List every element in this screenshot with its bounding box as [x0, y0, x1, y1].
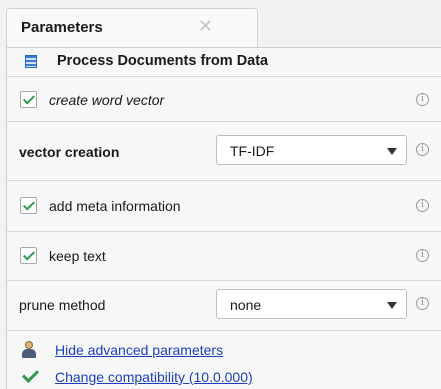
chevron-down-icon — [387, 148, 397, 155]
prune-method-label: prune method — [19, 297, 106, 313]
checkmark-icon — [21, 367, 39, 385]
add-meta-information-checkbox[interactable] — [20, 197, 37, 214]
change-compatibility-link[interactable]: Change compatibility (10.0.000) — [55, 369, 253, 385]
close-icon[interactable]: ✕ — [198, 16, 213, 37]
param-add-meta-information: add meta information i — [7, 181, 441, 231]
hide-advanced-parameters-link[interactable]: Hide advanced parameters — [55, 342, 223, 358]
chevron-down-icon — [387, 302, 397, 309]
operator-header: Process Documents from Data — [7, 48, 441, 76]
prune-method-value: none — [230, 297, 262, 313]
tab-label: Parameters — [21, 19, 103, 36]
param-create-word-vector: create word vector i — [7, 77, 441, 121]
param-vector-creation: vector creation TF-IDF i — [7, 122, 441, 180]
param-prune-method: prune method none i — [7, 281, 441, 329]
create-word-vector-checkbox[interactable] — [20, 91, 37, 108]
add-meta-information-label: add meta information — [49, 198, 181, 214]
param-keep-text: keep text i — [7, 232, 441, 280]
hide-advanced-row: Hide advanced parameters — [7, 339, 441, 363]
document-icon — [25, 55, 37, 68]
keep-text-label: keep text — [49, 248, 106, 264]
vector-creation-value: TF-IDF — [230, 143, 275, 159]
info-icon[interactable]: i — [416, 297, 429, 310]
vector-creation-label: vector creation — [19, 144, 120, 160]
keep-text-checkbox[interactable] — [20, 247, 37, 264]
vector-creation-select[interactable]: TF-IDF — [216, 135, 407, 165]
user-icon — [21, 341, 37, 359]
parameters-panel: Process Documents from Data create word … — [6, 47, 441, 389]
change-compatibility-row: Change compatibility (10.0.000) — [7, 365, 441, 389]
info-icon[interactable]: i — [416, 199, 429, 212]
parameters-tab[interactable]: Parameters ✕ — [6, 8, 258, 48]
info-icon[interactable]: i — [416, 249, 429, 262]
divider — [7, 330, 441, 331]
info-icon[interactable]: i — [416, 143, 429, 156]
create-word-vector-label: create word vector — [49, 92, 165, 108]
operator-title: Process Documents from Data — [57, 53, 269, 69]
prune-method-select[interactable]: none — [216, 289, 407, 319]
info-icon[interactable]: i — [416, 93, 429, 106]
